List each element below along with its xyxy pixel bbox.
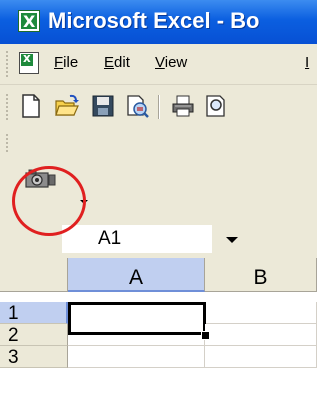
menu-file[interactable]: File xyxy=(54,54,78,71)
title-bar[interactable]: Microsoft Excel - Bo xyxy=(0,0,317,44)
toolbar-separator xyxy=(158,95,160,119)
new-icon[interactable] xyxy=(18,93,44,119)
menubar-grip[interactable] xyxy=(5,50,9,78)
cell-a2[interactable] xyxy=(68,335,205,346)
print-icon[interactable] xyxy=(170,93,196,119)
menu-edit[interactable]: Edit xyxy=(104,54,130,71)
menu-insert[interactable]: I xyxy=(305,54,309,71)
workbook-icon[interactable] xyxy=(19,51,39,74)
window-title: Microsoft Excel - Bo xyxy=(48,8,260,33)
cell-b3[interactable] xyxy=(205,346,317,368)
row-header-1[interactable]: 1 xyxy=(0,302,68,324)
excel-app-icon[interactable] xyxy=(18,10,40,32)
row-header-3[interactable]: 3 xyxy=(0,346,68,368)
standard-toolbar xyxy=(0,85,317,129)
column-header-a[interactable]: A xyxy=(68,258,205,292)
name-box-value: A1 xyxy=(98,228,122,249)
camera-toolbar-grip[interactable] xyxy=(5,133,9,153)
select-all-corner[interactable] xyxy=(0,258,68,292)
name-box[interactable]: A1 xyxy=(62,225,212,253)
fill-handle[interactable] xyxy=(201,331,210,340)
print-preview-icon[interactable] xyxy=(204,93,230,119)
save-icon[interactable] xyxy=(90,93,116,119)
cell-b1[interactable] xyxy=(206,302,317,324)
open-icon[interactable] xyxy=(54,93,80,119)
cell-a3[interactable] xyxy=(68,346,205,368)
column-header-b[interactable]: B xyxy=(205,258,317,292)
permission-icon[interactable] xyxy=(124,93,150,119)
cell-a1[interactable] xyxy=(68,302,206,335)
cell-b2[interactable] xyxy=(205,324,317,346)
row-header-2[interactable]: 2 xyxy=(0,324,68,346)
worksheet-grid: A B 1 2 3 xyxy=(0,258,317,403)
toolbar-grip[interactable] xyxy=(5,93,9,121)
name-box-dropdown[interactable] xyxy=(226,237,238,243)
menu-view[interactable]: View xyxy=(155,54,187,71)
menu-bar: File Edit View I xyxy=(0,44,317,85)
highlight-circle xyxy=(12,166,86,236)
